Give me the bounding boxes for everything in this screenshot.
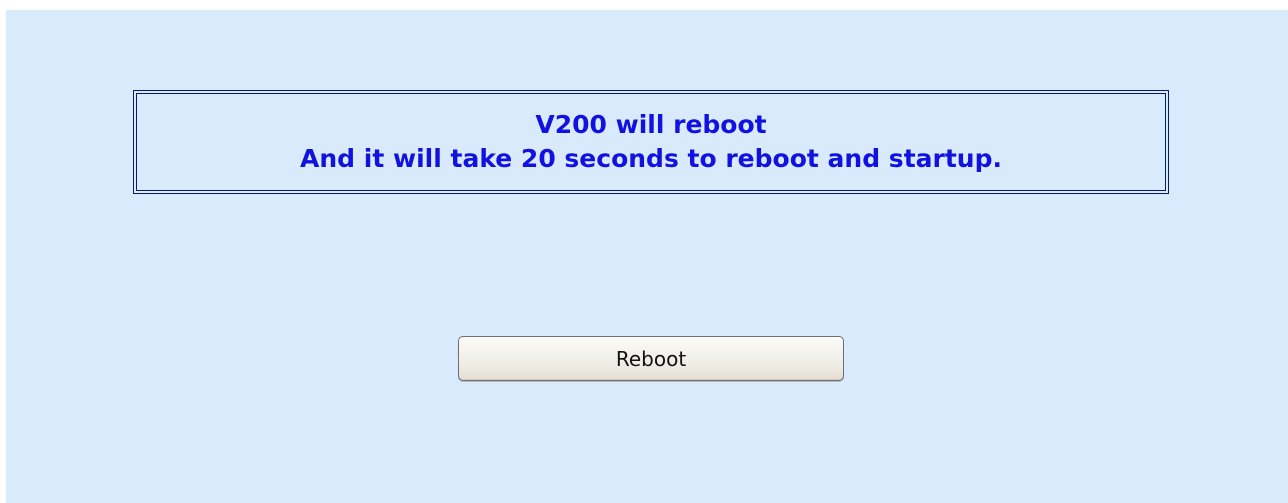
reboot-title: V200 will reboot (535, 110, 767, 139)
reboot-message-box: V200 will reboot And it will take 20 sec… (133, 90, 1169, 194)
content-panel: V200 will reboot And it will take 20 sec… (6, 10, 1288, 503)
reboot-button[interactable]: Reboot (458, 336, 844, 381)
reboot-description: And it will take 20 seconds to reboot an… (300, 144, 1002, 173)
